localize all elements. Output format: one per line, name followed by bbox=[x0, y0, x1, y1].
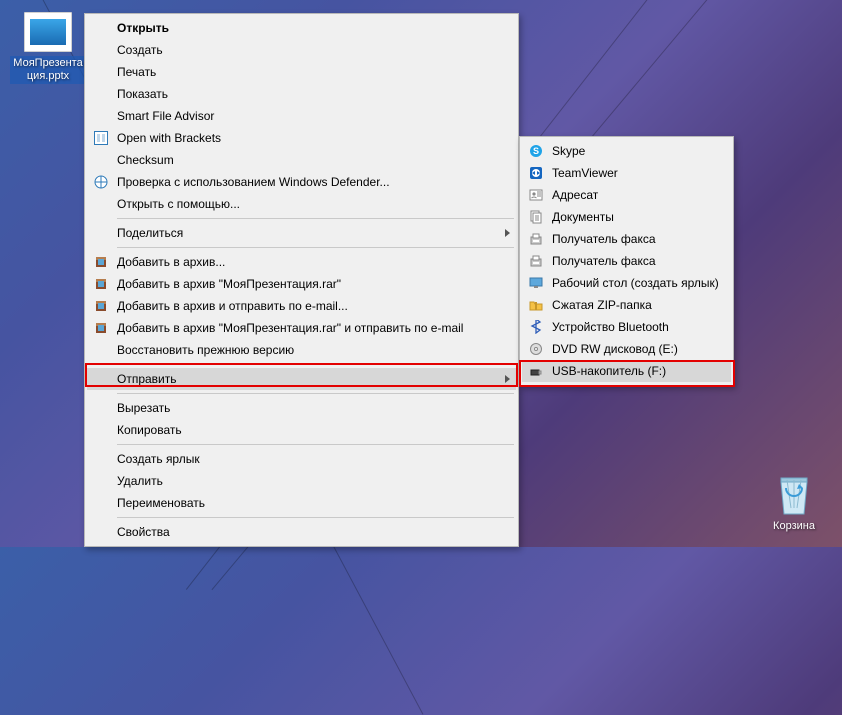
recycle-bin-label: Корзина bbox=[756, 520, 832, 533]
skype-icon: S bbox=[526, 144, 546, 158]
menu-restore-previous[interactable]: Восстановить прежнюю версию bbox=[87, 339, 516, 361]
menu-add-to-archive[interactable]: Добавить в архив... bbox=[87, 251, 516, 273]
winrar-icon bbox=[91, 299, 111, 313]
presentation-file-icon bbox=[24, 12, 72, 52]
sendto-desktop-shortcut[interactable]: Рабочий стол (создать ярлык) bbox=[522, 272, 731, 294]
menu-create[interactable]: Создать bbox=[87, 39, 516, 61]
context-menu: Открыть Создать Печать Показать Smart Fi… bbox=[84, 13, 519, 547]
teamviewer-icon bbox=[526, 166, 546, 180]
menu-send-to[interactable]: Отправить bbox=[87, 368, 516, 390]
separator bbox=[117, 364, 514, 365]
winrar-icon bbox=[91, 255, 111, 269]
chevron-right-icon bbox=[505, 375, 510, 383]
file-label: МояПрезентация.pptx bbox=[10, 56, 86, 84]
winrar-icon bbox=[91, 277, 111, 291]
sendto-fax-recipient-2[interactable]: Получатель факса bbox=[522, 250, 731, 272]
menu-rename[interactable]: Переименовать bbox=[87, 492, 516, 514]
fax-icon bbox=[526, 232, 546, 246]
separator bbox=[117, 393, 514, 394]
menu-delete[interactable]: Удалить bbox=[87, 470, 516, 492]
sendto-fax-recipient-1[interactable]: Получатель факса bbox=[522, 228, 731, 250]
dvd-drive-icon bbox=[526, 342, 546, 356]
sendto-documents[interactable]: Документы bbox=[522, 206, 731, 228]
brackets-icon bbox=[91, 131, 111, 145]
sendto-zip-folder[interactable]: Сжатая ZIP-папка bbox=[522, 294, 731, 316]
winrar-icon bbox=[91, 321, 111, 335]
menu-defender-scan[interactable]: Проверка с использованием Windows Defend… bbox=[87, 171, 516, 193]
menu-open-with-brackets[interactable]: Open with Brackets bbox=[87, 127, 516, 149]
separator bbox=[117, 247, 514, 248]
separator bbox=[117, 444, 514, 445]
menu-copy[interactable]: Копировать bbox=[87, 419, 516, 441]
sendto-skype[interactable]: SSkype bbox=[522, 140, 731, 162]
sendto-contact[interactable]: Адресат bbox=[522, 184, 731, 206]
usb-drive-icon bbox=[526, 364, 546, 378]
menu-add-rar-and-email[interactable]: Добавить в архив "МояПрезентация.rar" и … bbox=[87, 317, 516, 339]
contact-icon bbox=[526, 188, 546, 202]
recycle-bin-icon bbox=[773, 470, 815, 518]
desktop-icon bbox=[526, 276, 546, 290]
sendto-usb-drive[interactable]: USB-накопитель (F:) bbox=[522, 360, 731, 382]
menu-properties[interactable]: Свойства bbox=[87, 521, 516, 543]
menu-open-with[interactable]: Открыть с помощью... bbox=[87, 193, 516, 215]
sendto-dvd-rw[interactable]: DVD RW дисковод (E:) bbox=[522, 338, 731, 360]
separator bbox=[117, 517, 514, 518]
menu-add-and-email[interactable]: Добавить в архив и отправить по e-mail..… bbox=[87, 295, 516, 317]
menu-smart-file-advisor[interactable]: Smart File Advisor bbox=[87, 105, 516, 127]
sendto-teamviewer[interactable]: TeamViewer bbox=[522, 162, 731, 184]
defender-icon bbox=[91, 175, 111, 189]
menu-open[interactable]: Открыть bbox=[87, 17, 516, 39]
zip-icon bbox=[526, 298, 546, 312]
file-icon[interactable]: МояПрезентация.pptx bbox=[10, 12, 86, 84]
menu-show[interactable]: Показать bbox=[87, 83, 516, 105]
separator bbox=[117, 218, 514, 219]
menu-cut[interactable]: Вырезать bbox=[87, 397, 516, 419]
menu-add-to-rar[interactable]: Добавить в архив "МояПрезентация.rar" bbox=[87, 273, 516, 295]
fax-icon bbox=[526, 254, 546, 268]
recycle-bin[interactable]: Корзина bbox=[756, 470, 832, 533]
send-to-submenu: SSkype TeamViewer Адресат Документы Полу… bbox=[519, 136, 734, 386]
sendto-bluetooth[interactable]: Устройство Bluetooth bbox=[522, 316, 731, 338]
menu-checksum[interactable]: Checksum bbox=[87, 149, 516, 171]
chevron-right-icon bbox=[505, 229, 510, 237]
svg-text:S: S bbox=[533, 146, 539, 156]
menu-print[interactable]: Печать bbox=[87, 61, 516, 83]
bluetooth-icon bbox=[526, 320, 546, 334]
menu-create-shortcut[interactable]: Создать ярлык bbox=[87, 448, 516, 470]
menu-share[interactable]: Поделиться bbox=[87, 222, 516, 244]
documents-icon bbox=[526, 210, 546, 224]
